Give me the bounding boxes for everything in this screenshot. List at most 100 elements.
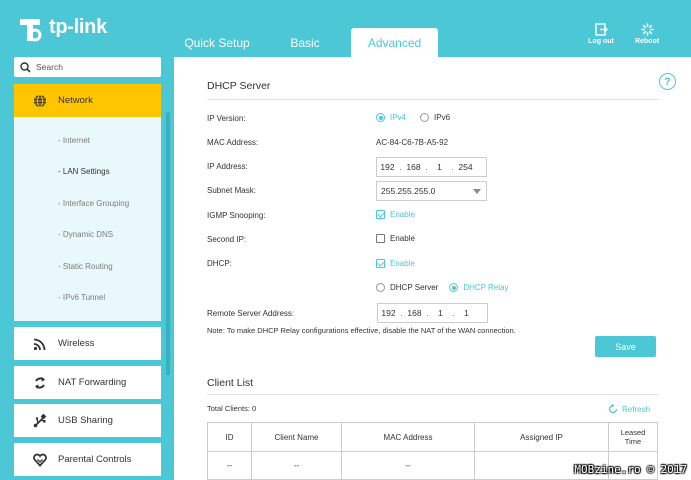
subnet-mask-select[interactable]: 255.255.255.0 <box>376 181 487 201</box>
tp-link-logo[interactable]: tp-link <box>14 13 107 45</box>
logout-icon <box>594 23 608 36</box>
dhcp-enable-checkbox[interactable] <box>376 259 385 268</box>
sidebar: Network - Internet - LAN Settings - Inte… <box>0 57 174 480</box>
second-ip-group: Enable <box>376 234 415 243</box>
table-cell: -- <box>341 451 475 480</box>
main-content: ? DHCP Server IP Version: IPv4 IPv6 MAC … <box>174 57 691 480</box>
ip-version-label: IP Version: <box>207 114 246 123</box>
section-divider <box>207 394 659 395</box>
column-header: Assigned IP <box>474 422 609 452</box>
mac-address-label: MAC Address: <box>207 138 259 147</box>
column-header: Client Name <box>251 422 342 452</box>
column-header: Leased Time <box>608 422 658 452</box>
network-subnav: - Internet - LAN Settings - Interface Gr… <box>14 117 161 321</box>
ip-address-input[interactable]: 192. 168. 1. 254 <box>376 157 487 177</box>
usb-icon <box>32 413 48 429</box>
brand-name: tp-link <box>49 15 107 38</box>
subnav-dynamic-dns[interactable]: - Dynamic DNS <box>58 230 113 239</box>
table-cell: -- <box>207 451 252 480</box>
reboot-icon <box>640 23 654 36</box>
subnet-mask-label: Subnet Mask: <box>207 186 256 195</box>
ip-octet[interactable]: 1 <box>429 162 450 172</box>
subnav-internet[interactable]: - Internet <box>58 136 90 145</box>
sidebar-item-nat-forwarding[interactable]: NAT Forwarding <box>14 366 161 399</box>
search-input[interactable] <box>36 62 156 72</box>
dhcp-relay-radio[interactable] <box>449 283 459 292</box>
tp-link-logo-icon <box>14 13 46 45</box>
ipv6-radio[interactable] <box>420 113 430 122</box>
sidebar-item-label: USB Sharing <box>58 415 113 426</box>
tab-quick-setup[interactable]: Quick Setup <box>176 28 258 57</box>
search-box[interactable] <box>14 57 161 77</box>
dhcp-enable-label: Enable <box>390 259 415 268</box>
ip-octet[interactable]: 192 <box>377 162 398 172</box>
igmp-snooping-group: Enable <box>376 210 415 219</box>
dhcp-server-title: DHCP Server <box>207 80 271 92</box>
ip-octet[interactable]: 168 <box>404 308 425 318</box>
sidebar-item-label: Wireless <box>58 338 95 349</box>
section-divider <box>207 99 659 100</box>
sidebar-scrollbar[interactable] <box>166 112 170 375</box>
igmp-enable-checkbox[interactable] <box>376 210 385 219</box>
logout-button[interactable]: Log out <box>583 23 619 45</box>
tab-advanced[interactable]: Advanced <box>351 28 438 57</box>
globe-icon <box>32 93 48 109</box>
refresh-label: Refresh <box>622 404 651 414</box>
save-button[interactable]: Save <box>595 336 656 357</box>
mac-address-value: AC-84-C6-7B-A5-92 <box>376 138 449 147</box>
reboot-label: Reboot <box>634 38 660 45</box>
subnav-static-routing[interactable]: - Static Routing <box>58 262 113 271</box>
help-icon[interactable]: ? <box>659 73 676 90</box>
ip-version-group: IPv4 IPv6 <box>376 113 450 122</box>
dhcp-mode-group: DHCP Server DHCP Relay <box>376 283 509 292</box>
dhcp-label: DHCP: <box>207 259 232 268</box>
watermark: MOBzine.ro © 2017 <box>574 463 687 476</box>
second-ip-label: Second IP: <box>207 235 247 244</box>
sidebar-item-label: Network <box>58 95 93 106</box>
relay-note: Note: To make DHCP Relay configurations … <box>207 326 516 335</box>
client-list-title: Client List <box>207 377 254 389</box>
sidebar-item-parental-controls[interactable]: Parental Controls <box>14 443 161 476</box>
table-cell: -- <box>251 451 342 480</box>
heart-icon <box>32 452 48 468</box>
dhcp-server-radio[interactable] <box>376 283 385 292</box>
ipv4-label: IPv4 <box>390 113 407 122</box>
remote-server-label: Remote Server Address: <box>207 309 295 318</box>
igmp-enable-label: Enable <box>390 210 415 219</box>
second-ip-checkbox[interactable] <box>376 234 385 243</box>
subnav-ipv6-tunnel[interactable]: - IPv6 Tunnel <box>58 293 105 302</box>
ip-octet[interactable]: 192 <box>378 308 399 318</box>
tab-basic[interactable]: Basic <box>272 28 338 57</box>
ip-octet[interactable]: 1 <box>456 308 477 318</box>
subnet-mask-value: 255.255.255.0 <box>381 186 436 196</box>
top-header: tp-link Quick Setup Basic Advanced Log o… <box>0 0 691 57</box>
second-ip-enable-label: Enable <box>390 234 415 243</box>
dhcp-server-option-label: DHCP Server <box>390 283 439 292</box>
column-header: MAC Address <box>341 422 475 452</box>
igmp-snooping-label: IGMP Snooping: <box>207 211 266 220</box>
remote-server-input[interactable]: 192. 168. 1. 1 <box>377 303 488 323</box>
dhcp-relay-option-label: DHCP Relay <box>463 283 509 292</box>
ipv4-radio[interactable] <box>376 113 385 122</box>
wifi-icon <box>32 336 48 352</box>
ip-address-label: IP Address: <box>207 162 248 171</box>
ip-octet[interactable]: 1 <box>430 308 451 318</box>
reboot-button[interactable]: Reboot <box>629 23 665 45</box>
subnav-interface-grouping[interactable]: - Interface Grouping <box>58 199 129 208</box>
table-header-row: ID Client Name MAC Address Assigned IP L… <box>207 422 658 452</box>
sidebar-item-label: Parental Controls <box>58 454 132 465</box>
sidebar-item-network[interactable]: Network <box>14 84 161 117</box>
ip-octet[interactable]: 168 <box>403 162 424 172</box>
total-clients: Total Clients: 0 <box>207 404 257 413</box>
ipv6-label: IPv6 <box>434 113 451 122</box>
subnav-lan-settings[interactable]: - LAN Settings <box>58 167 110 176</box>
sidebar-item-wireless[interactable]: Wireless <box>14 327 161 360</box>
search-icon <box>20 61 31 73</box>
sidebar-item-usb-sharing[interactable]: USB Sharing <box>14 404 161 437</box>
chevron-down-icon <box>473 189 481 194</box>
ip-octet[interactable]: 254 <box>455 162 476 172</box>
dhcp-group: Enable <box>376 259 415 268</box>
refresh-button[interactable]: Refresh <box>608 404 650 414</box>
column-header: ID <box>207 422 252 452</box>
refresh-icon <box>608 404 618 414</box>
